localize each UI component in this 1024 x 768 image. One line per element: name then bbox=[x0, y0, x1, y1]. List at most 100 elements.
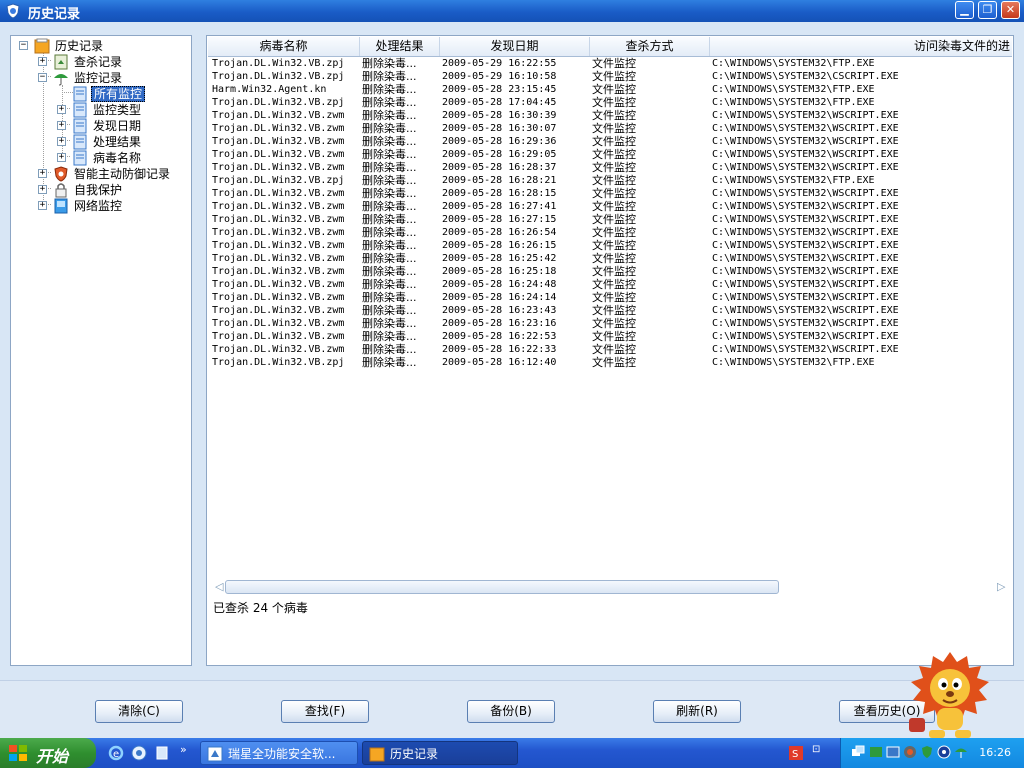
clear-button[interactable]: 清除(C) bbox=[95, 700, 183, 723]
expand-icon[interactable]: + bbox=[38, 185, 47, 194]
rising-umbrella-tray-icon[interactable] bbox=[954, 745, 968, 759]
sound-tray-icon[interactable] bbox=[937, 745, 951, 759]
table-row[interactable]: Trojan.DL.Win32.VB.zwm 删除染毒... 2009-05-28 … bbox=[208, 343, 1012, 356]
table-row[interactable]: Trojan.DL.Win32.VB.zwm 删除染毒... 2009-05-28 … bbox=[208, 265, 1012, 278]
table-row[interactable]: Trojan.DL.Win32.VB.zwm 删除染毒... 2009-05-28 … bbox=[208, 226, 1012, 239]
tree-item-virus-name[interactable]: + 病毒名称 bbox=[11, 150, 191, 166]
table-row[interactable]: Trojan.DL.Win32.VB.zpj 删除染毒... 2009-05-28 … bbox=[208, 96, 1012, 109]
tree-item-monitor-records[interactable]: − 监控记录 bbox=[11, 70, 191, 86]
collapse-icon[interactable]: − bbox=[38, 73, 47, 82]
desktop-icon[interactable] bbox=[154, 745, 170, 761]
table-row[interactable]: Trojan.DL.Win32.VB.zwm 删除染毒... 2009-05-28 … bbox=[208, 330, 1012, 343]
input-method-icon[interactable]: S bbox=[788, 745, 804, 761]
table-row[interactable]: Trojan.DL.Win32.VB.zwm 删除染毒... 2009-05-28 … bbox=[208, 122, 1012, 135]
rising-lion-mascot-icon[interactable] bbox=[905, 648, 995, 740]
table-row[interactable]: Trojan.DL.Win32.VB.zpj 删除染毒... 2009-05-28 … bbox=[208, 174, 1012, 187]
tree-item-active-defense[interactable]: + 智能主动防御记录 bbox=[11, 166, 191, 182]
tree-item-label: 处理结果 bbox=[93, 135, 142, 149]
table-cell: 文件监控 bbox=[592, 200, 636, 213]
close-icon: ✕ bbox=[1005, 3, 1016, 16]
scroll-left-icon[interactable]: ◁ bbox=[215, 581, 225, 593]
language-bar-icon[interactable]: ⊡ bbox=[812, 744, 820, 755]
expand-icon[interactable]: + bbox=[57, 137, 66, 146]
horizontal-scrollbar[interactable]: ◁ ▷ bbox=[215, 579, 1009, 596]
table-row[interactable]: Trojan.DL.Win32.VB.zwm 删除染毒... 2009-05-28 … bbox=[208, 148, 1012, 161]
expand-icon[interactable]: + bbox=[38, 169, 47, 178]
title-bar[interactable]: 历史记录 ▁ ❐ ✕ bbox=[0, 0, 1024, 22]
table-cell: 删除染毒... bbox=[362, 343, 417, 356]
table-cell: 文件监控 bbox=[592, 330, 636, 343]
table-cell: 2009-05-28 16:28:37 bbox=[442, 162, 557, 173]
expand-icon[interactable]: + bbox=[38, 201, 47, 210]
tree-item-found-date[interactable]: + 发现日期 bbox=[11, 118, 191, 134]
start-label: 开始 bbox=[36, 747, 69, 766]
taskbar-item-history[interactable]: 历史记录 bbox=[362, 741, 518, 765]
table-row[interactable]: Trojan.DL.Win32.VB.zwm 删除染毒... 2009-05-28 … bbox=[208, 291, 1012, 304]
button-bar: 清除(C) 查找(F) 备份(B) 刷新(R) 查看历史(O) bbox=[0, 680, 1024, 739]
table-row[interactable]: Trojan.DL.Win32.VB.zpj 删除染毒... 2009-05-28 … bbox=[208, 356, 1012, 369]
scrollbar-thumb[interactable] bbox=[225, 580, 779, 594]
monitor-tray-icon[interactable] bbox=[869, 745, 883, 759]
minimize-button[interactable]: ▁ bbox=[955, 1, 974, 19]
table-row[interactable]: Trojan.DL.Win32.VB.zwm 删除染毒... 2009-05-28 … bbox=[208, 213, 1012, 226]
table-row[interactable]: Trojan.DL.Win32.VB.zwm 删除染毒... 2009-05-28 … bbox=[208, 109, 1012, 122]
svg-text:e: e bbox=[113, 749, 119, 760]
maximize-button[interactable]: ❐ bbox=[978, 1, 997, 19]
tree-item-monitor-type[interactable]: + 监控类型 bbox=[11, 102, 191, 118]
shield-tray-icon[interactable] bbox=[920, 745, 934, 759]
table-row[interactable]: Trojan.DL.Win32.VB.zwm 删除染毒... 2009-05-28 … bbox=[208, 161, 1012, 174]
quicklaunch-more-icon[interactable]: » bbox=[180, 743, 187, 756]
firewall-tray-icon[interactable] bbox=[886, 745, 900, 759]
table-cell: Trojan.DL.Win32.VB.zwm bbox=[212, 240, 345, 251]
media-icon[interactable] bbox=[131, 745, 147, 761]
find-button[interactable]: 查找(F) bbox=[281, 700, 369, 723]
column-header-process[interactable]: 访问染毒文件的进 bbox=[710, 37, 1012, 56]
tree-root-history[interactable]: − 历史记录 bbox=[11, 38, 191, 54]
history-list[interactable]: 病毒名称 处理结果 发现日期 查杀方式 访问染毒文件的进 Trojan.DL.W… bbox=[206, 35, 1014, 666]
table-row[interactable]: Trojan.DL.Win32.VB.zwm 删除染毒... 2009-05-28 … bbox=[208, 252, 1012, 265]
list-rows: Trojan.DL.Win32.VB.zpj 删除染毒... 2009-05-29 … bbox=[208, 57, 1012, 369]
start-button[interactable]: 开始 bbox=[0, 738, 96, 768]
column-header-virus-name[interactable]: 病毒名称 bbox=[208, 37, 360, 56]
table-row[interactable]: Trojan.DL.Win32.VB.zwm 删除染毒... 2009-05-28 … bbox=[208, 187, 1012, 200]
table-row[interactable]: Trojan.DL.Win32.VB.zpj 删除染毒... 2009-05-29 … bbox=[208, 70, 1012, 83]
expand-icon[interactable]: + bbox=[57, 121, 66, 130]
tree-item-all-monitors[interactable]: 所有监控 bbox=[11, 86, 191, 102]
tree-item-network-monitor[interactable]: + 网络监控 bbox=[11, 198, 191, 214]
tree-item-self-protect[interactable]: + 自我保护 bbox=[11, 182, 191, 198]
table-row[interactable]: Trojan.DL.Win32.VB.zwm 删除染毒... 2009-05-28 … bbox=[208, 200, 1012, 213]
tree-item-result[interactable]: + 处理结果 bbox=[11, 134, 191, 150]
table-cell: C:\WINDOWS\SYSTEM32\CSCRIPT.EXE bbox=[712, 71, 899, 82]
backup-button[interactable]: 备份(B) bbox=[467, 700, 555, 723]
table-cell: 2009-05-28 16:30:07 bbox=[442, 123, 557, 134]
column-header-date[interactable]: 发现日期 bbox=[440, 37, 590, 56]
table-cell: 文件监控 bbox=[592, 57, 636, 70]
table-row[interactable]: Trojan.DL.Win32.VB.zwm 删除染毒... 2009-05-28 … bbox=[208, 135, 1012, 148]
table-cell: 2009-05-28 16:26:15 bbox=[442, 240, 557, 251]
close-button[interactable]: ✕ bbox=[1001, 1, 1020, 19]
expand-icon[interactable]: + bbox=[57, 105, 66, 114]
tree-item-scan-records[interactable]: + 查杀记录 bbox=[11, 54, 191, 70]
column-header-result[interactable]: 处理结果 bbox=[360, 37, 440, 56]
table-cell: 删除染毒... bbox=[362, 187, 417, 200]
table-row[interactable]: Trojan.DL.Win32.VB.zwm 删除染毒... 2009-05-28 … bbox=[208, 317, 1012, 330]
expand-icon[interactable]: + bbox=[57, 153, 66, 162]
table-row[interactable]: Trojan.DL.Win32.VB.zpj 删除染毒... 2009-05-29 … bbox=[208, 57, 1012, 70]
table-row[interactable]: Trojan.DL.Win32.VB.zwm 删除染毒... 2009-05-28 … bbox=[208, 304, 1012, 317]
update-tray-icon[interactable] bbox=[903, 745, 917, 759]
table-row[interactable]: Trojan.DL.Win32.VB.zwm 删除染毒... 2009-05-28 … bbox=[208, 239, 1012, 252]
table-row[interactable]: Trojan.DL.Win32.VB.zwm 删除染毒... 2009-05-28 … bbox=[208, 278, 1012, 291]
column-header-method[interactable]: 查杀方式 bbox=[590, 37, 710, 56]
expand-icon[interactable]: + bbox=[38, 57, 47, 66]
scroll-right-icon[interactable]: ▷ bbox=[997, 581, 1007, 593]
network-tray-icon[interactable] bbox=[851, 745, 865, 759]
taskbar: 开始 e » 瑞星全功能安全软... 历史记录 S ⊡ 16:26 bbox=[0, 738, 1024, 768]
table-row[interactable]: Harm.Win32.Agent.kn 删除染毒... 2009-05-28 23:… bbox=[208, 83, 1012, 96]
refresh-button[interactable]: 刷新(R) bbox=[653, 700, 741, 723]
collapse-icon[interactable]: − bbox=[19, 41, 28, 50]
table-cell: 文件监控 bbox=[592, 174, 636, 187]
ie-icon[interactable]: e bbox=[108, 745, 124, 761]
history-tree[interactable]: − 历史记录 + 查杀记录 − 监控记录 所有监控 + 监控类型 + 发现日期 … bbox=[10, 35, 192, 666]
table-cell: 2009-05-28 16:30:39 bbox=[442, 110, 557, 121]
taskbar-item-rising[interactable]: 瑞星全功能安全软... bbox=[200, 741, 358, 765]
